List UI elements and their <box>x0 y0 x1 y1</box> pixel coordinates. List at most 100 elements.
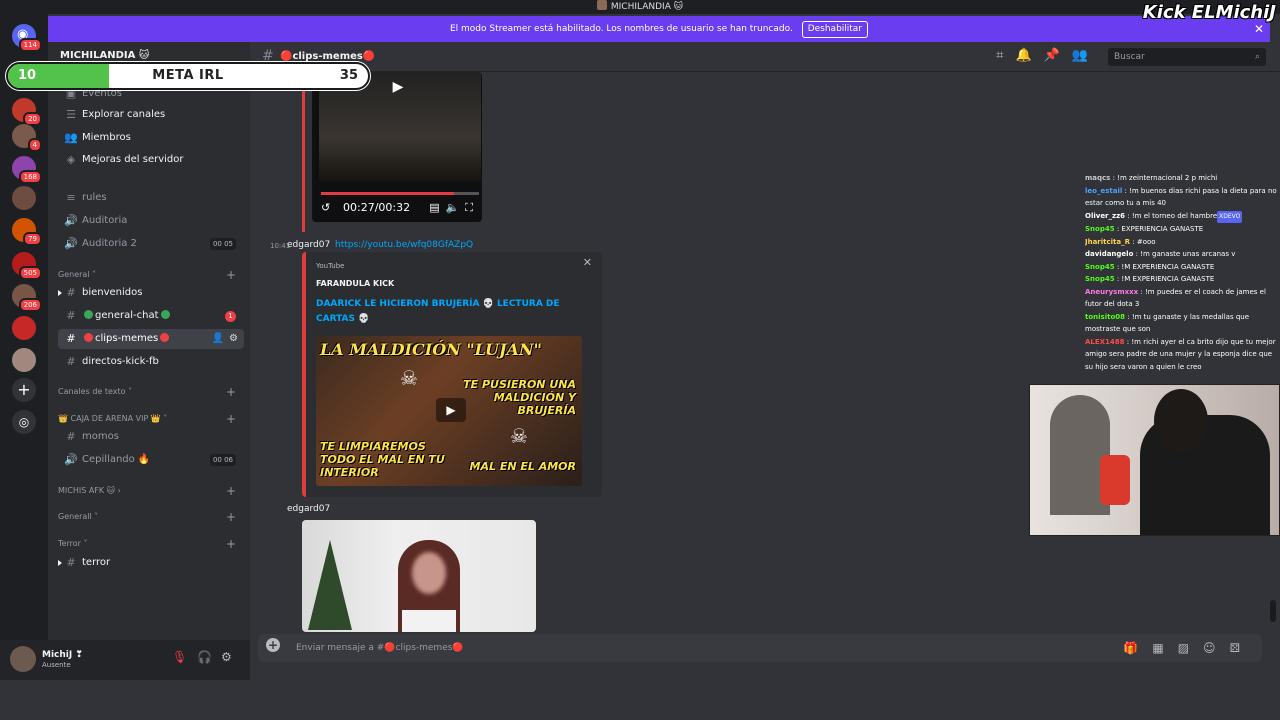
channel-label: general-chat <box>95 310 159 321</box>
fullscreen-icon[interactable]: ⛶ <box>465 201 479 214</box>
link-label: Miembros <box>82 132 131 143</box>
video-thumbnail[interactable]: LA MALDICIÓN "LUJAN" ☠ ☠ TE PUSIERON UNA… <box>316 336 582 486</box>
category-vip[interactable]: 👑 CAJA DE ARENA VIP 👑 ˅ + <box>58 411 244 427</box>
sticker-icon[interactable]: ▨ <box>1178 641 1203 655</box>
add-channel-icon[interactable]: + <box>226 411 236 427</box>
threads-icon[interactable]: ⌗ <box>996 48 1015 63</box>
channel-directos-kick-fb[interactable]: # directos-kick-fb <box>58 352 244 372</box>
video-time: 00:27/00:32 <box>343 201 411 214</box>
search-placeholder: Buscar <box>1114 52 1145 62</box>
server-home[interactable]: ◉ 114 <box>12 24 42 52</box>
server-name[interactable]: MICHILANDIA 🐱 <box>60 50 149 61</box>
server-badge: 168 <box>18 170 42 184</box>
server-badge: 79 <box>23 232 42 246</box>
server-icon[interactable]: 4 <box>12 124 42 152</box>
message-author[interactable]: edgard07 <box>287 504 330 514</box>
webcam-overlay <box>1029 384 1280 536</box>
server-icon[interactable]: 20 <box>12 98 42 126</box>
caption-icon[interactable]: ▤ <box>429 201 445 214</box>
add-channel-icon[interactable]: + <box>226 536 236 552</box>
channel-general-chat[interactable]: # general-chat 1 <box>58 306 244 326</box>
category-generall[interactable]: Generall ˅ + <box>58 509 244 525</box>
server-boost-link[interactable]: ◈ Mejoras del servidor <box>58 150 244 170</box>
stream-chat-user: leo_estail <box>1085 186 1123 195</box>
voice-channel-auditoria-2[interactable]: 🔊 Auditoria 2 00 05 <box>58 234 244 254</box>
link-label: Mejoras del servidor <box>82 154 184 165</box>
scrollbar[interactable] <box>1270 600 1276 622</box>
search-input[interactable]: Buscar ⌕ <box>1108 48 1266 66</box>
channel-clips-memes[interactable]: # clips-memes ⚙ 👤 <box>58 329 244 349</box>
add-attachment-icon[interactable]: + <box>266 638 280 652</box>
embed-author[interactable]: FARANDULA KICK <box>316 279 394 288</box>
image-attachment[interactable] <box>302 520 536 632</box>
voice-channel-auditoria[interactable]: 🔊 Auditoria <box>58 211 244 231</box>
meta-goal: 35 <box>339 68 358 83</box>
channel-label: terror <box>82 557 111 568</box>
server-icon[interactable]: 505 <box>12 252 42 280</box>
message-input[interactable]: Enviar mensaje a #🔴clips-memes🔴 <box>296 634 464 662</box>
server-icon[interactable] <box>12 348 36 372</box>
close-icon[interactable]: ✕ <box>583 256 592 269</box>
username[interactable]: MichiJ ❣ <box>42 650 83 660</box>
replay-icon[interactable]: ↺ <box>321 201 330 214</box>
channel-sidebar: MICHILANDIA 🐱 ▣ Eventos ☰ Explorar canales… <box>48 42 250 640</box>
add-server-button[interactable]: + <box>12 378 36 402</box>
thumbnail-caption: TE LIMPIAREMOS TODO EL MAL EN TU INTERIO… <box>320 440 445 479</box>
browse-channels-link[interactable]: ☰ Explorar canales <box>58 105 244 125</box>
emoji-icon[interactable]: ☺ <box>1203 641 1230 655</box>
server-icon[interactable] <box>12 186 36 210</box>
category-terror[interactable]: Terror ˅ + <box>58 536 244 552</box>
server-icon[interactable]: 168 <box>12 156 42 184</box>
discover-icon[interactable]: ◎ <box>12 410 36 434</box>
channel-rules[interactable]: ≡ rules <box>58 188 244 208</box>
avatar[interactable] <box>10 646 36 672</box>
mic-muted-icon[interactable]: 🎙 <box>172 650 187 664</box>
server-icon[interactable] <box>12 316 36 340</box>
bell-icon[interactable]: 🔔 <box>1015 48 1043 63</box>
gif-icon[interactable]: ▦ <box>1152 641 1177 655</box>
category-text-channels[interactable]: Canales de texto ˅ + <box>58 384 244 400</box>
message-author[interactable]: edgard07 <box>287 240 330 250</box>
video-progress-bar[interactable] <box>321 192 479 195</box>
embed-provider[interactable]: YouTube <box>316 262 344 270</box>
category-general[interactable]: General ˅ + <box>58 267 244 283</box>
channel-momos[interactable]: # momos <box>58 427 244 447</box>
server-icon[interactable]: 79 <box>12 218 42 246</box>
stream-chat-line: Jharitcita_R : #ooo <box>1085 236 1280 249</box>
volume-icon[interactable]: 🔈 <box>446 201 466 214</box>
streamer-banner-text: El modo Streamer está habilitado. Los no… <box>449 24 793 34</box>
channel-terror[interactable]: # terror <box>58 553 244 573</box>
embed-title[interactable]: DAARICK LE HICIERON BRUJERÍA 💀 LECTURA D… <box>316 297 586 327</box>
link-label: Explorar canales <box>82 109 166 120</box>
add-channel-icon[interactable]: + <box>226 384 236 400</box>
streamer-head <box>1154 389 1208 453</box>
video-attachment[interactable]: ▶ ↺ 00:27/00:32 ▤🔈⛶ <box>312 72 482 222</box>
voice-channel-cepillando[interactable]: 🔊 Cepillando 🔥 00 06 <box>58 450 244 470</box>
message-composer[interactable]: + Enviar mensaje a #🔴clips-memes🔴 🎁▦▨☺⚄ <box>258 634 1262 662</box>
server-icon[interactable]: 206 <box>12 284 42 312</box>
headphones-muted-icon[interactable]: 🎧 <box>197 650 212 664</box>
members-icon[interactable]: 👥 <box>1072 48 1100 63</box>
disable-streamer-button[interactable]: Deshabilitar <box>801 21 869 38</box>
settings-icon[interactable]: ⚙ <box>229 329 238 349</box>
add-channel-icon[interactable]: + <box>226 267 236 283</box>
apps-icon[interactable]: ⚄ <box>1230 641 1254 655</box>
add-channel-icon[interactable]: + <box>226 509 236 525</box>
pin-icon[interactable]: 📌 <box>1044 48 1072 63</box>
channel-bienvenidos[interactable]: # bienvenidos <box>58 283 244 303</box>
hash-icon: # <box>66 286 76 299</box>
invite-icon[interactable]: 👤 <box>212 329 224 349</box>
user-settings-icon[interactable]: ⚙ <box>221 650 232 664</box>
video-controls: ↺ 00:27/00:32 ▤🔈⛶ <box>321 200 479 216</box>
play-icon[interactable]: ▶ <box>387 76 409 98</box>
stream-chat-line: Snop45 : !M EXPERIENCIA GANASTE <box>1085 273 1280 286</box>
members-link[interactable]: 👥 Miembros <box>58 128 244 148</box>
user-status: Ausente <box>42 661 71 669</box>
message-link[interactable]: https://youtu.be/wfq08GfAZpQ <box>335 240 473 250</box>
play-icon[interactable]: ▶ <box>436 398 466 422</box>
category-michis-afk[interactable]: MICHIS AFK 🐱 › + <box>58 483 244 499</box>
gift-icon[interactable]: 🎁 <box>1123 641 1152 655</box>
add-channel-icon[interactable]: + <box>226 483 236 499</box>
stream-chat-text: : !m ganaste unas arcanas v <box>1133 250 1236 258</box>
server-badge: 4 <box>27 138 42 152</box>
